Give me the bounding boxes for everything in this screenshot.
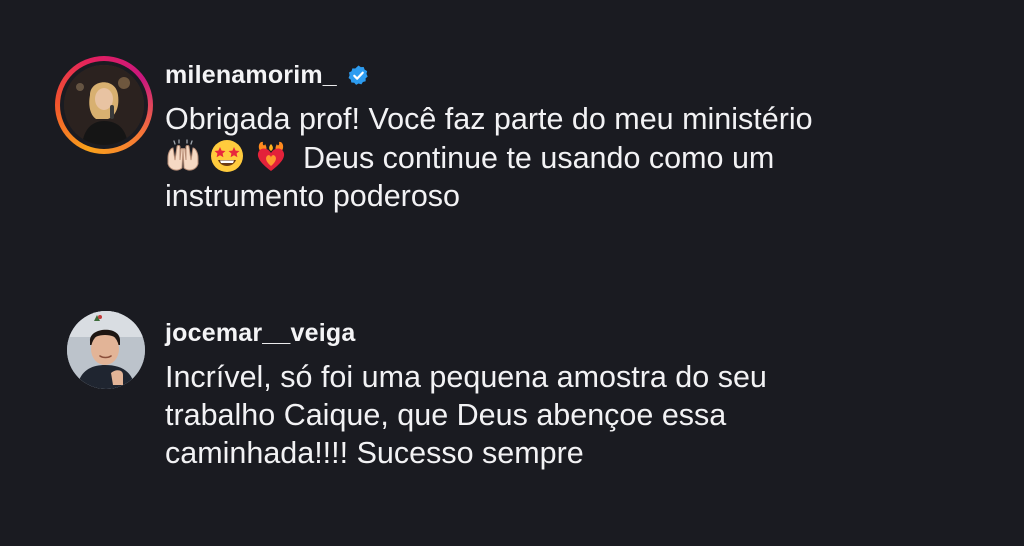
comment-body: jocemar__veiga Incrível, só foi uma pequ… [165, 316, 984, 472]
comment-body: milenamorim_ Obrigada prof! Você faz par… [165, 58, 984, 215]
comment-line: instrumento poderoso [165, 179, 461, 213]
avatar[interactable] [64, 65, 144, 145]
profile-photo-man-icon [67, 311, 145, 389]
username-row: jocemar__veiga [165, 316, 984, 350]
comment-line: Incrível, só foi uma pequena amostra do … [165, 360, 767, 394]
avatar-story-ring[interactable] [55, 56, 153, 154]
raising-hands-icon [165, 138, 201, 174]
username-row: milenamorim_ [165, 58, 984, 92]
username[interactable]: jocemar__veiga [165, 319, 355, 348]
comment-text: Incrível, só foi uma pequena amostra do … [165, 358, 984, 472]
username[interactable]: milenamorim_ [165, 61, 337, 90]
comment-line: Obrigada prof! Você faz parte do meu min… [165, 102, 813, 136]
heart-on-fire-icon [253, 138, 289, 174]
comment-line: Deus continue te usando como um [303, 141, 775, 175]
star-struck-icon [209, 138, 245, 174]
comment-line: caminhada!!!! Sucesso sempre [165, 436, 584, 470]
avatar[interactable] [67, 311, 145, 389]
profile-photo-woman-icon [64, 65, 144, 145]
comment-text: Obrigada prof! Você faz parte do meu min… [165, 100, 984, 215]
comment-line-with-emojis: Deus continue te usando como um [165, 138, 984, 177]
verified-badge-icon [347, 64, 370, 87]
comment-line: trabalho Caique, que Deus abençoe essa [165, 398, 727, 432]
